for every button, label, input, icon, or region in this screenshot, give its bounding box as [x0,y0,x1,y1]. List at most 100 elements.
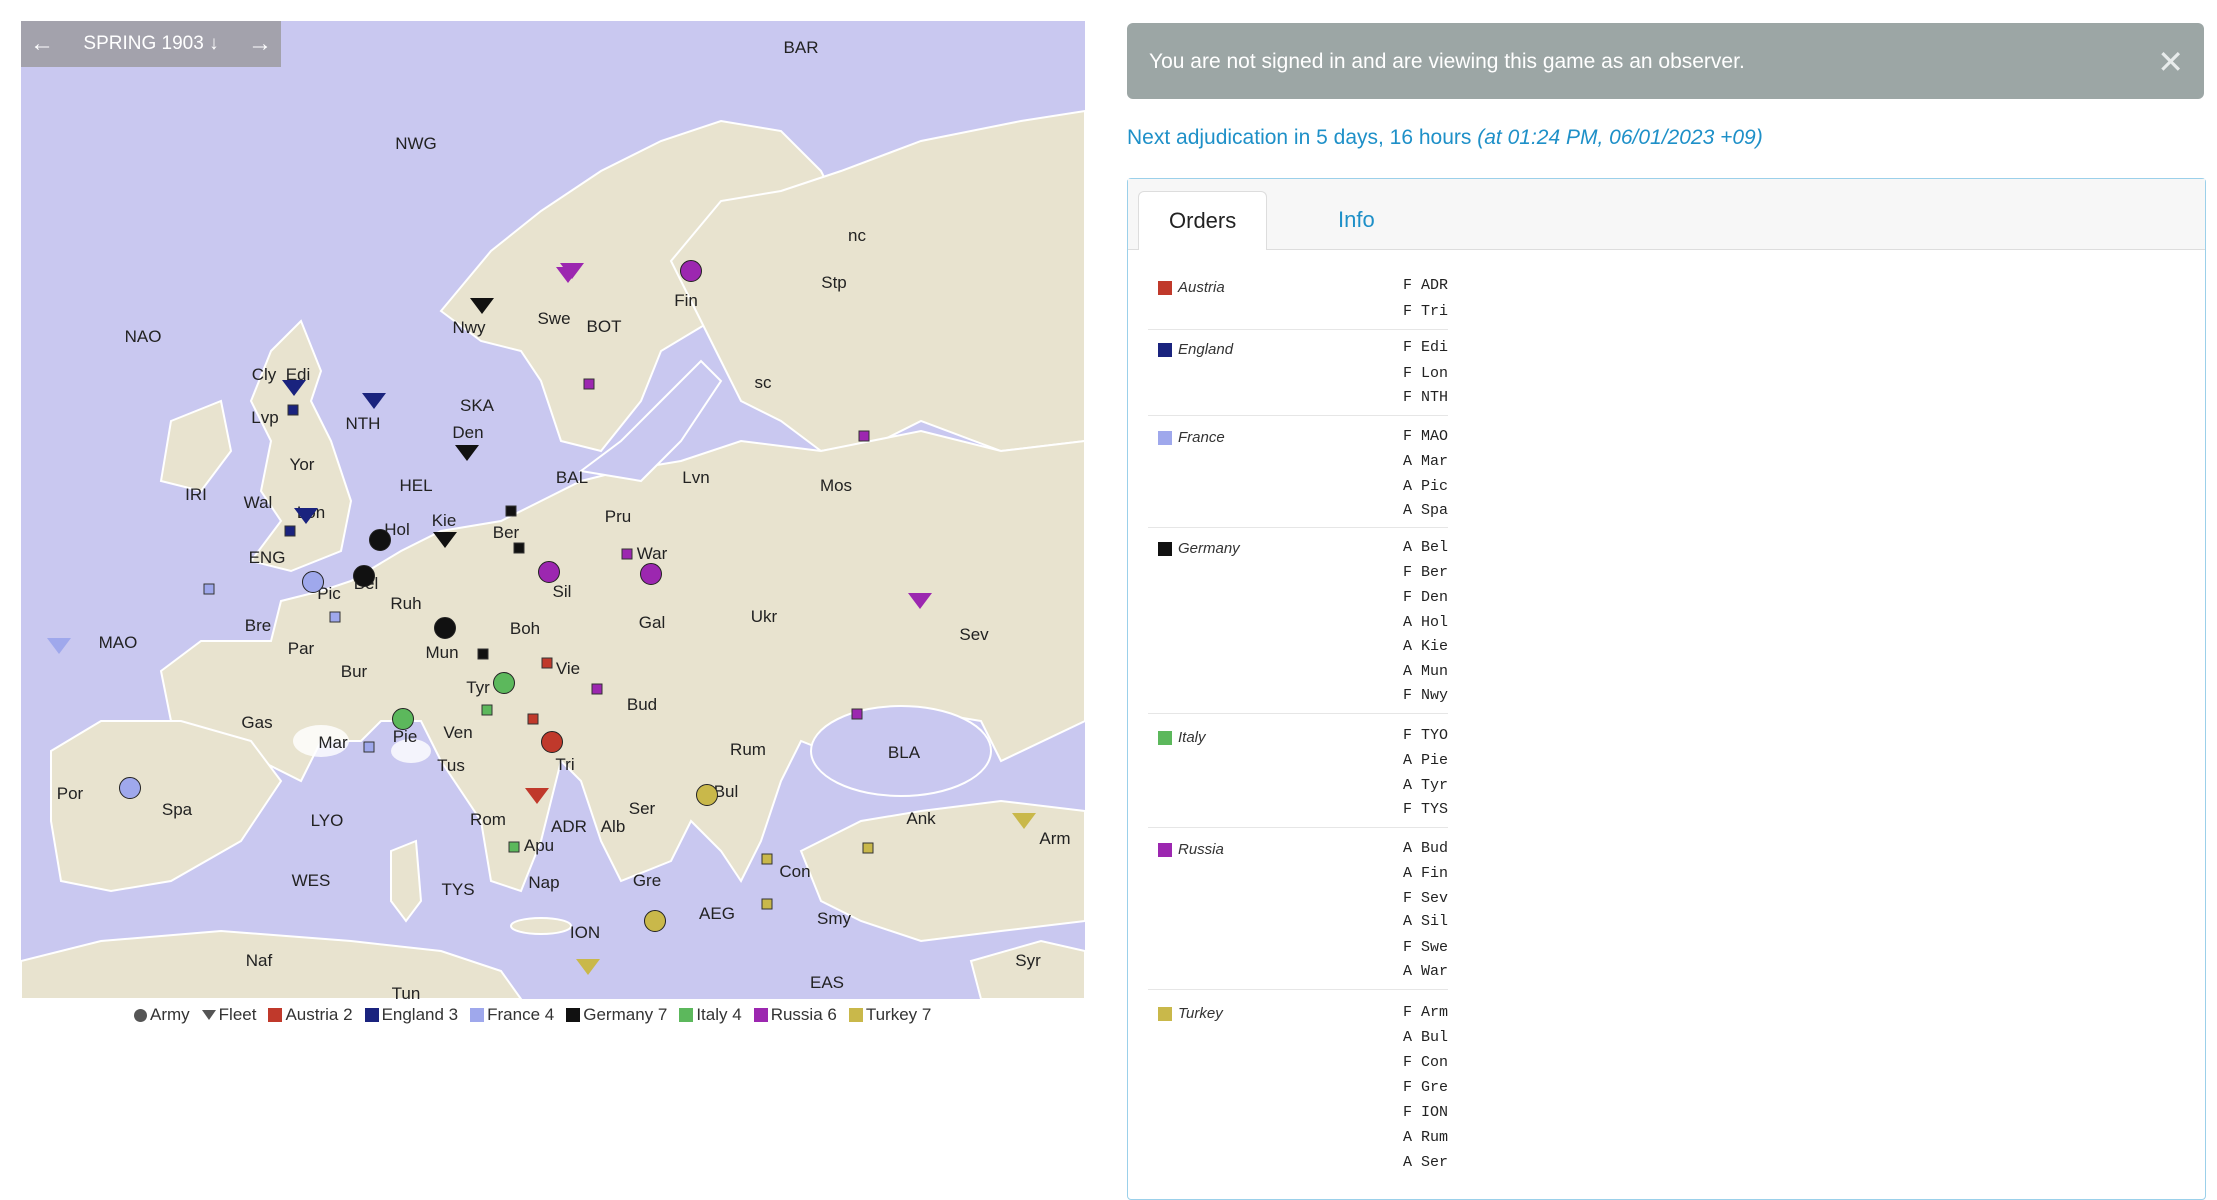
fleet-unit[interactable] [282,380,306,396]
game-map[interactable]: BAR NWG NAO Cly Edi Lvp NTH SKA Nwy Swe … [21,21,1085,1003]
fleet-unit[interactable] [433,532,457,548]
deadline-datetime: (at 01:24 PM, 06/01/2023 +09) [1477,126,1763,149]
province-label: Swe [537,309,571,328]
fleet-unit[interactable] [362,393,386,409]
order-row: A Spa [1402,502,1448,519]
color-swatch [753,1008,768,1022]
province-label: Bud [626,695,658,714]
province-label: Sil [552,582,572,601]
supply-center [287,404,299,416]
legend-power-italy: Italy 4 [679,1005,742,1025]
province-label: Ber [492,523,520,542]
province-label: BAR [783,38,819,57]
divider [1148,415,1448,416]
order-row: A Mar [1402,453,1448,470]
arrow-right-icon[interactable]: → [239,30,281,58]
color-swatch [1158,430,1172,445]
province-label: Lvp [251,408,279,427]
legend-label: Fleet [218,1005,257,1024]
province-label: Spa [161,800,193,819]
order-row: F ADR [1402,277,1448,294]
power-header-austria: Austria [1158,279,1225,296]
army-unit[interactable] [119,777,141,799]
province-label: Lvn [682,468,710,487]
power-header-russia: Russia [1158,841,1224,858]
army-unit[interactable] [369,529,391,551]
fleet-unit[interactable] [455,445,479,461]
fleet-unit[interactable] [47,638,71,654]
divider [1148,827,1448,828]
color-swatch [679,1008,694,1022]
supply-center [284,525,296,537]
army-unit[interactable] [302,571,324,593]
army-unit[interactable] [538,561,560,583]
army-unit[interactable] [644,910,666,932]
order-row: A Mun [1402,663,1448,680]
arrow-left-icon[interactable]: ← [21,30,63,58]
fleet-unit[interactable] [525,788,549,804]
supply-center [621,548,633,560]
fleet-unit[interactable] [470,298,494,314]
supply-center [513,542,525,554]
province-label: ION [569,923,601,942]
deadline-days: days, [1333,126,1384,149]
observer-alert: You are not signed in and are viewing th… [1127,23,2204,99]
province-label: ENG [248,548,286,567]
order-row: A Bud [1402,840,1448,857]
province-label: Alb [600,817,626,836]
province-label: NAO [124,327,162,346]
fleet-unit[interactable] [908,593,932,609]
order-row: A Tyr [1402,777,1448,794]
province-label: MAO [98,633,138,652]
supply-center [505,505,517,517]
fleet-unit[interactable] [294,508,318,524]
province-label: Tus [437,756,465,775]
close-icon[interactable]: ✕ [2157,43,2184,81]
order-row: F ION [1402,1104,1448,1121]
supply-center [761,898,773,910]
army-unit[interactable] [640,563,662,585]
divider [1148,713,1448,714]
army-unit[interactable] [353,565,375,587]
order-row: F Ber [1402,564,1448,581]
fleet-unit[interactable] [1012,813,1036,829]
legend-label: Turkey 7 [865,1005,932,1024]
legend-power-turkey: Turkey 7 [848,1005,932,1025]
order-row: F Gre [1402,1079,1448,1096]
tab-info[interactable]: Info [1308,191,1405,249]
supply-center [858,430,870,442]
army-unit[interactable] [392,708,414,730]
province-label: WES [291,871,331,890]
province-label: Ruh [390,594,422,613]
fleet-unit[interactable] [576,959,600,975]
color-swatch [1158,342,1172,357]
supply-center [761,853,773,865]
province-label: Gas [241,713,273,732]
order-row: F Swe [1402,939,1448,956]
province-label: Tyr [466,678,490,697]
order-row: F Edi [1402,339,1448,356]
army-unit[interactable] [493,672,515,694]
deadline-hours: 16 hours [1383,126,1478,149]
alert-message: You are not signed in and are viewing th… [1149,50,1745,73]
fleet-unit[interactable] [556,267,580,283]
color-swatch [1158,280,1172,295]
province-label: Wal [243,493,273,512]
province-label: Smy [817,909,851,928]
tab-orders[interactable]: Orders [1138,191,1268,250]
supply-center [851,708,863,720]
supply-center [541,657,553,669]
province-label: Par [287,639,315,658]
province-label: Tun [391,984,421,1003]
color-swatch [268,1008,283,1022]
color-swatch [364,1008,379,1022]
map-legend: Army Fleet Austria 2 England 3 France 4 … [134,1005,931,1025]
phase-select[interactable]: SPRING 1903 ↓ [63,33,239,55]
army-unit[interactable] [680,260,702,282]
army-unit[interactable] [434,617,456,639]
order-row: A Kie [1402,638,1448,655]
power-header-italy: Italy [1158,729,1206,746]
army-unit[interactable] [696,784,718,806]
adjudication-deadline: Next adjudication in 5 days, 16 hours (a… [1127,126,1763,150]
army-unit[interactable] [541,731,563,753]
